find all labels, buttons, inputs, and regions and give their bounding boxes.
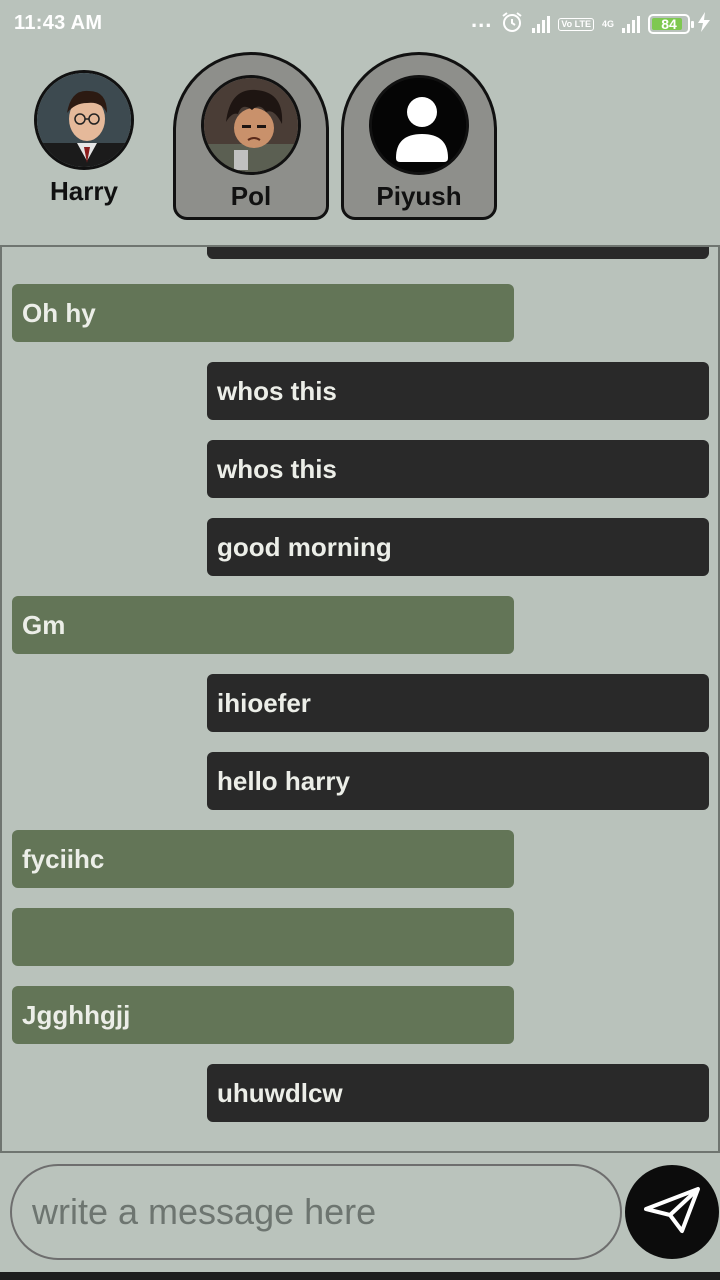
message-incoming: Oh hy [12, 284, 514, 342]
message-outgoing: whos this [207, 362, 709, 420]
message-outgoing: hello harry [207, 752, 709, 810]
lightning-icon [698, 11, 710, 37]
message-incoming [12, 908, 514, 966]
signal-icon-2 [622, 15, 640, 33]
status-icons: ... Vo LTE 4G 84 [470, 7, 710, 39]
message-incoming: Gm [12, 596, 514, 654]
battery-indicator: 84 [648, 14, 694, 34]
volte-badge: Vo LTE [558, 17, 594, 31]
contact-name-piyush: Piyush [376, 181, 462, 211]
contact-name-harry: Harry [50, 176, 118, 206]
message-outgoing: whos this [207, 440, 709, 498]
chat-messages[interactable]: Oh hy whos this whos this good morning G… [0, 245, 720, 1153]
contact-piyush[interactable]: Piyush [341, 52, 497, 220]
message-outgoing: good morning [207, 518, 709, 576]
send-button[interactable] [625, 1165, 719, 1259]
message-outgoing [207, 247, 709, 259]
avatar-pol [201, 75, 301, 175]
contact-pol[interactable]: Pol [173, 52, 329, 220]
status-bar: 11:43 AM ... Vo LTE 4G 84 [0, 0, 720, 48]
send-icon [642, 1185, 702, 1240]
message-incoming: fyciihc [12, 830, 514, 888]
avatar-piyush [369, 75, 469, 175]
signal-icon [532, 15, 551, 33]
network-type: 4G [601, 19, 614, 29]
message-incoming: Jgghhgjj [12, 986, 514, 1044]
message-input[interactable] [10, 1164, 622, 1260]
message-outgoing: uhuwdlcw [207, 1064, 709, 1122]
alarm-icon [500, 10, 524, 39]
contact-harry[interactable]: Harry [6, 52, 162, 220]
more-dots: ... [470, 7, 493, 32]
message-outgoing: ihioefer [207, 674, 709, 732]
contact-name-pol: Pol [230, 181, 272, 211]
nav-bar [0, 1272, 720, 1280]
status-time: 11:43 AM [14, 12, 103, 34]
avatar-harry [34, 70, 134, 170]
